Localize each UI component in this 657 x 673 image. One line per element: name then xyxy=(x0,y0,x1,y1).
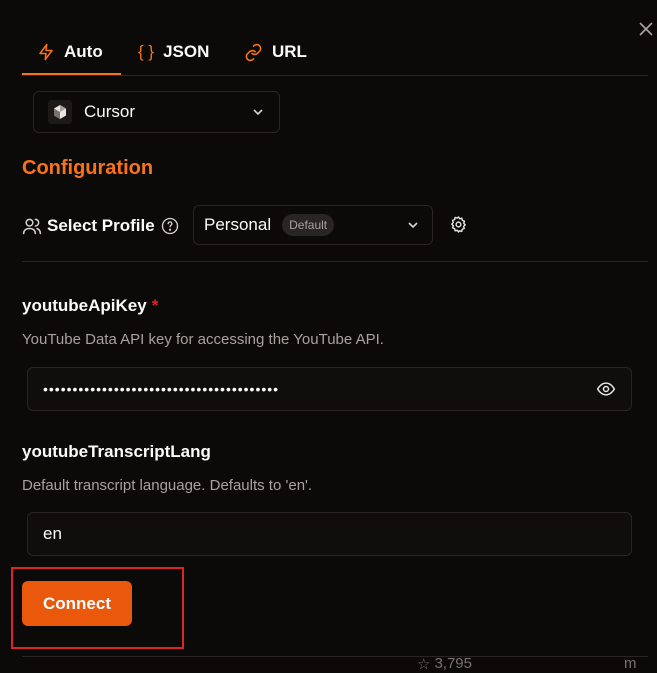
section-title: Configuration xyxy=(22,157,154,179)
tab-auto[interactable]: Auto xyxy=(22,30,121,75)
cursor-logo-icon xyxy=(48,100,72,124)
eye-icon[interactable] xyxy=(596,379,616,399)
transcript-lang-description: Default transcript language. Defaults to… xyxy=(22,477,313,494)
connect-button[interactable]: Connect xyxy=(22,581,132,626)
chevron-down-icon xyxy=(253,109,263,116)
profile-select[interactable]: Personal Default xyxy=(193,205,433,245)
transcript-lang-label: youtubeTranscriptLang xyxy=(22,442,211,461)
api-key-label: youtubeApiKey * xyxy=(22,296,158,316)
tab-bar: Auto { } JSON URL xyxy=(22,30,648,76)
client-label: Cursor xyxy=(84,102,136,121)
help-icon[interactable] xyxy=(161,217,179,235)
api-key-value: •••••••••••••••••••••••••••••••••••••••• xyxy=(43,381,280,397)
bottom-divider xyxy=(22,656,648,657)
tab-json[interactable]: { } JSON xyxy=(138,30,209,74)
star-count: ☆ 3,795 xyxy=(417,655,472,673)
chevron-down-icon xyxy=(408,222,418,229)
tab-label: Auto xyxy=(64,42,103,61)
profile-value: Personal xyxy=(204,215,272,234)
required-mark: * xyxy=(151,296,159,315)
tab-label: URL xyxy=(272,42,307,61)
api-key-description: YouTube Data API key for accessing the Y… xyxy=(22,331,384,348)
api-key-input[interactable]: •••••••••••••••••••••••••••••••••••••••• xyxy=(27,367,632,411)
profile-label: Select Profile xyxy=(47,216,155,235)
transcript-lang-input[interactable]: en xyxy=(27,512,632,556)
tab-url[interactable]: URL xyxy=(244,30,307,74)
link-icon xyxy=(244,43,263,62)
client-select[interactable]: Cursor xyxy=(33,91,280,133)
field-label-text: youtubeApiKey xyxy=(22,296,147,315)
braces-icon: { } xyxy=(138,42,155,61)
footer-partial-text: m xyxy=(624,655,637,672)
star-count-value: 3,795 xyxy=(434,655,472,672)
divider xyxy=(22,261,648,262)
users-icon xyxy=(22,218,42,235)
lightning-icon xyxy=(37,43,55,61)
default-badge: Default xyxy=(282,214,335,236)
gear-icon[interactable] xyxy=(449,215,468,234)
star-icon: ☆ xyxy=(417,656,431,673)
tab-label: JSON xyxy=(163,42,210,61)
transcript-lang-value: en xyxy=(43,524,62,543)
profile-row: Select Profile xyxy=(22,206,179,246)
